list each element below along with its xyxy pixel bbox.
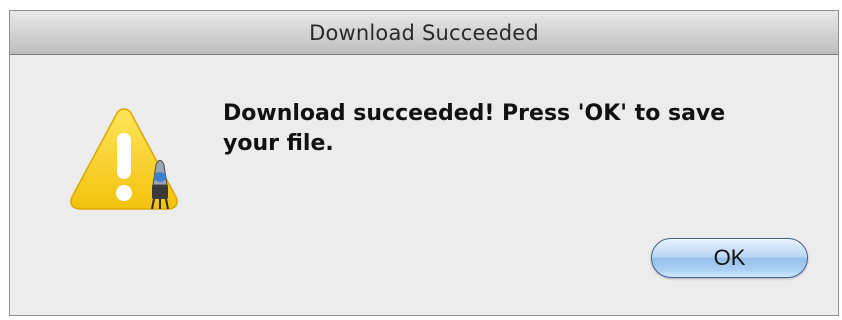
window-title: Download Succeeded <box>309 21 539 45</box>
warning-triangle-icon <box>70 108 178 210</box>
dialog-content: Download succeeded! Press 'OK' to save y… <box>10 55 838 315</box>
alert-message: Download succeeded! Press 'OK' to save y… <box>223 101 726 156</box>
ok-button[interactable]: OK <box>651 238 808 278</box>
title-bar[interactable]: Download Succeeded <box>10 11 838 55</box>
ok-button-label: OK <box>713 245 746 270</box>
alert-dialog: Download Succeeded Download succeeded! P… <box>9 10 839 316</box>
